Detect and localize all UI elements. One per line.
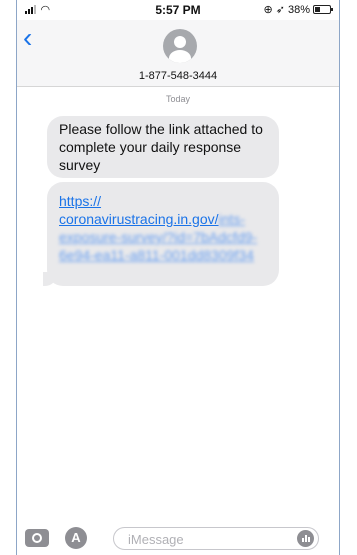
message-bubble: Please follow the link attached to compl… (47, 116, 279, 178)
location-icon: ⊕ (263, 4, 273, 16)
phone-frame: ◜◝ 5:57 PM ⊕ ➶ 38% ‹ 1-877-548-3444 Toda… (16, 0, 340, 555)
battery-percent: 38% (287, 3, 310, 16)
link-message-bubble[interactable]: https:// coronavirustracing.in.gov/ints-… (43, 182, 279, 286)
audio-icon[interactable] (297, 530, 314, 547)
message-link[interactable]: https:// coronavirustracing.in.gov/ (59, 193, 219, 227)
imessage-field[interactable] (113, 527, 319, 550)
input-bar: A (17, 522, 339, 552)
message-input[interactable] (126, 529, 290, 550)
appstore-icon[interactable]: A (65, 527, 87, 549)
contact-number[interactable]: 1-877-548-3444 (17, 70, 339, 82)
message-text: Please follow the link attached to compl… (59, 121, 263, 173)
date-label: Today (165, 94, 191, 104)
camera-icon[interactable] (25, 529, 49, 547)
battery-icon (313, 5, 333, 14)
avatar-icon[interactable] (163, 29, 197, 63)
status-right-group: ⊕ ➶ 38% (263, 3, 333, 16)
back-chevron-icon[interactable]: ‹ (23, 24, 32, 52)
alarm-icon: ➶ (275, 4, 285, 16)
conversation-header: ‹ 1-877-548-3444 (17, 20, 339, 87)
status-bar: ◜◝ 5:57 PM ⊕ ➶ 38% (17, 0, 339, 20)
